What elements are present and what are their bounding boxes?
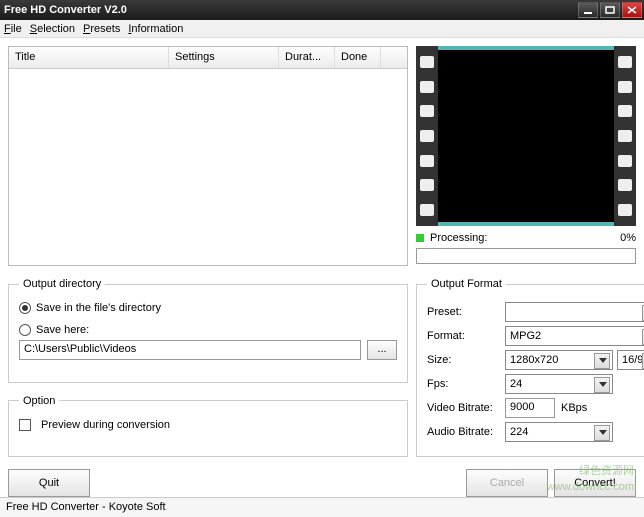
processing-led-icon — [416, 234, 424, 242]
film-sprocket-right — [614, 46, 636, 226]
video-bitrate-unit: KBps — [561, 402, 587, 414]
preview-panel: Processing: 0% — [416, 46, 636, 266]
menu-bar: File Selection Presets Information — [0, 20, 644, 38]
radio-save-here-label: Save here: — [36, 324, 89, 336]
film-sprocket-left — [416, 46, 438, 226]
browse-button[interactable]: ... — [367, 340, 397, 360]
menu-file[interactable]: File — [4, 23, 22, 35]
size-label: Size: — [427, 354, 501, 366]
menu-presets[interactable]: Presets — [83, 23, 120, 35]
processing-percent: 0% — [620, 232, 636, 244]
col-done[interactable]: Done — [335, 47, 381, 68]
preset-select[interactable] — [505, 302, 644, 322]
video-bitrate-label: Video Bitrate: — [427, 402, 501, 414]
cancel-button[interactable]: Cancel — [466, 469, 548, 497]
preview-checkbox[interactable] — [19, 419, 31, 431]
quit-button[interactable]: Quit — [8, 469, 90, 497]
title-bar: Free HD Converter V2.0 — [0, 0, 644, 20]
film-preview — [416, 46, 636, 226]
col-duration[interactable]: Durat... — [279, 47, 335, 68]
processing-label: Processing: — [430, 232, 487, 244]
video-bitrate-input[interactable]: 9000 — [505, 398, 555, 418]
table-header: Title Settings Durat... Done — [9, 47, 407, 69]
audio-bitrate-select[interactable]: 224 — [505, 422, 613, 442]
file-list-table[interactable]: Title Settings Durat... Done — [8, 46, 408, 266]
preset-label: Preset: — [427, 306, 501, 318]
audio-bitrate-label: Audio Bitrate: — [427, 426, 501, 438]
window-title: Free HD Converter V2.0 — [4, 4, 127, 16]
output-directory-legend: Output directory — [19, 278, 105, 290]
col-spacer — [381, 47, 407, 68]
output-path-input[interactable]: C:\Users\Public\Videos — [19, 340, 361, 360]
status-text: Free HD Converter - Koyote Soft — [6, 501, 166, 513]
radio-save-same-label: Save in the file's directory — [36, 302, 161, 314]
col-title[interactable]: Title — [9, 47, 169, 68]
minimize-button[interactable] — [578, 2, 598, 18]
radio-save-here[interactable] — [19, 324, 31, 336]
output-format-legend: Output Format — [427, 278, 506, 290]
output-directory-group: Output directory Save in the file's dire… — [8, 278, 408, 383]
fps-label: Fps: — [427, 378, 501, 390]
close-button[interactable] — [622, 2, 642, 18]
progress-bar — [416, 248, 636, 264]
button-row: Quit Cancel Convert! — [8, 465, 636, 501]
preview-checkbox-label: Preview during conversion — [41, 419, 170, 431]
menu-information[interactable]: Information — [128, 23, 183, 35]
menu-selection[interactable]: Selection — [30, 23, 75, 35]
convert-button[interactable]: Convert! — [554, 469, 636, 497]
status-bar: Free HD Converter - Koyote Soft — [0, 497, 644, 517]
maximize-button[interactable] — [600, 2, 620, 18]
output-format-group: Output Format Preset: Format: MPG2 Size:… — [416, 278, 644, 457]
format-select[interactable]: MPG2 — [505, 326, 644, 346]
size-select[interactable]: 1280x720 — [505, 350, 613, 370]
video-screen — [438, 50, 614, 222]
option-group: Option Preview during conversion — [8, 395, 408, 458]
radio-save-same[interactable] — [19, 302, 31, 314]
option-legend: Option — [19, 395, 59, 407]
aspect-select[interactable]: 16/9 — [617, 350, 644, 370]
format-label: Format: — [427, 330, 501, 342]
fps-select[interactable]: 24 — [505, 374, 613, 394]
col-settings[interactable]: Settings — [169, 47, 279, 68]
